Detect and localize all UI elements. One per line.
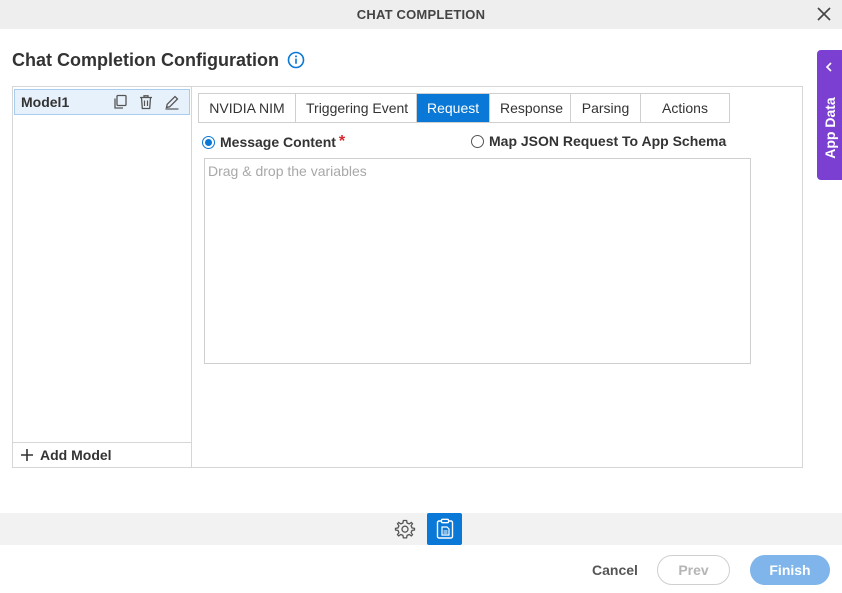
clipboard-document-icon [436,518,453,539]
edit-icon[interactable] [163,93,181,111]
cancel-button[interactable]: Cancel [578,555,652,585]
drop-placeholder: Drag & drop the variables [208,163,367,179]
map-json-option[interactable]: Map JSON Request To App Schema [471,133,726,149]
message-content-label: Message Content [220,134,336,150]
bottom-toolbar [0,513,842,545]
model-name: Model1 [21,94,70,110]
tab-triggering-event[interactable]: Triggering Event [296,94,417,122]
required-marker: * [338,133,346,150]
close-icon[interactable] [817,7,831,21]
tab-response[interactable]: Response [490,94,571,122]
map-json-label: Map JSON Request To App Schema [489,133,727,149]
configuration-frame: Model1 Add Model NVIDIA NIM Triggering E… [12,86,803,468]
model-list-panel: Model1 Add Model [13,87,192,467]
message-content-radio[interactable] [202,135,215,149]
map-json-radio[interactable] [471,134,484,148]
app-data-panel-toggle[interactable]: App Data [817,50,842,180]
tab-actions[interactable]: Actions [641,94,729,122]
info-icon[interactable] [287,51,305,69]
add-model-label: Add Model [40,447,112,463]
prev-button[interactable]: Prev [657,555,730,585]
page-title: Chat Completion Configuration [12,49,279,70]
chevron-left-icon [825,62,832,72]
app-data-label: App Data [821,97,838,159]
page-heading: Chat Completion Configuration [12,49,305,71]
message-content-drop-area[interactable]: Drag & drop the variables [204,158,751,364]
config-tabs: NVIDIA NIM Triggering Event Request Resp… [198,93,730,123]
tab-parsing[interactable]: Parsing [571,94,641,122]
tab-request[interactable]: Request [417,94,490,122]
document-view-button[interactable] [427,513,462,545]
message-content-option[interactable]: Message Content * [202,133,345,151]
window-title: CHAT COMPLETION [356,7,486,22]
gear-icon[interactable] [394,518,416,540]
title-bar: CHAT COMPLETION [0,0,842,29]
model-list-item[interactable]: Model1 [14,89,190,115]
trash-icon[interactable] [137,93,155,111]
tab-nvidia-nim[interactable]: NVIDIA NIM [199,94,296,122]
plus-icon [21,449,33,461]
add-model-button[interactable]: Add Model [13,442,191,467]
copy-icon[interactable] [111,93,129,111]
finish-button[interactable]: Finish [750,555,830,585]
